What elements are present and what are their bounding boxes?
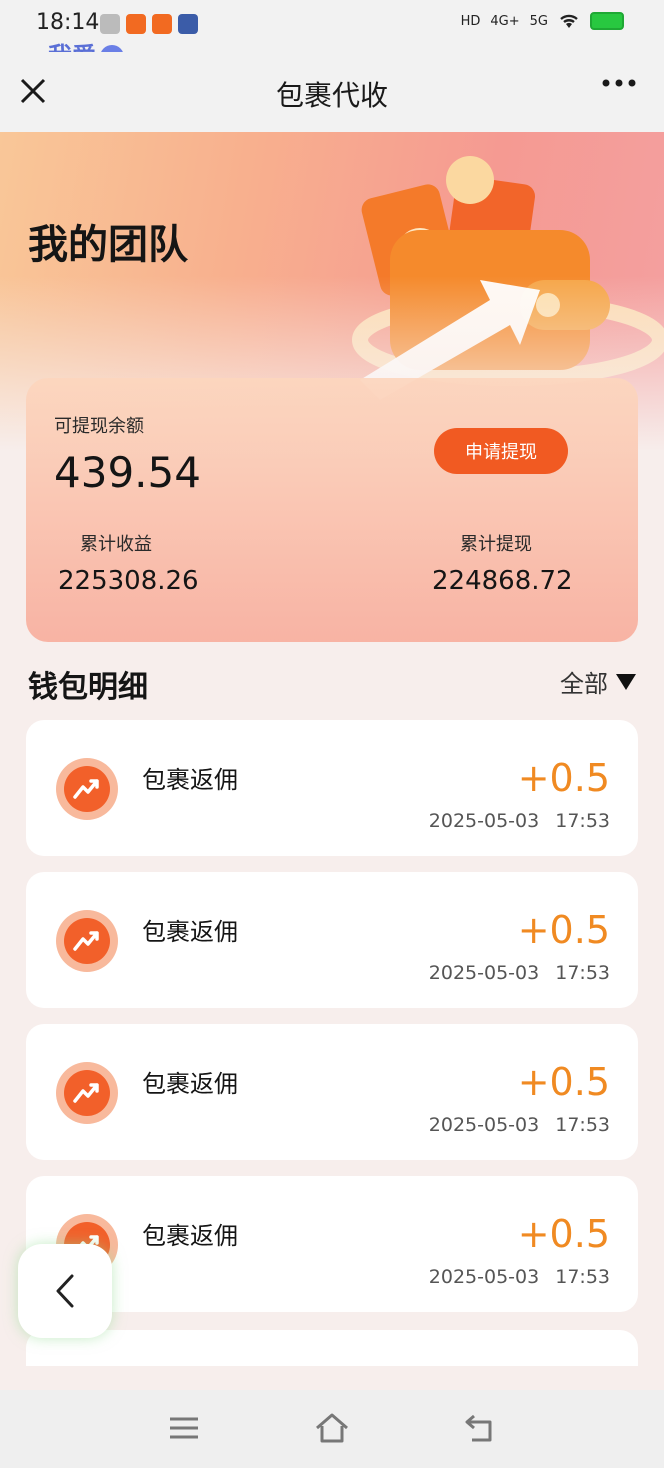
balance-card: 可提现余额 439.54 申请提现 累计收益 225308.26 累计提现 22… <box>26 378 638 642</box>
taobao-icon <box>152 14 172 34</box>
battery-icon <box>590 12 624 30</box>
wallet-detail-title: 钱包明细 <box>28 670 148 705</box>
status-right: HD 4G+ 5G <box>461 12 624 30</box>
hd-label: HD <box>460 13 481 29</box>
list-item[interactable]: 包裹返佣 +0.5 2025-05-03 17:53 <box>26 1176 638 1312</box>
item-title: 包裹返佣 <box>142 918 238 946</box>
gallery-icon <box>178 14 198 34</box>
item-date: 2025-05-03 17:53 <box>428 810 610 832</box>
commission-icon <box>56 758 118 820</box>
more-icon[interactable] <box>602 78 636 88</box>
item-title: 包裹返佣 <box>142 766 238 794</box>
item-amount: +0.5 <box>517 1212 610 1256</box>
list-item-partial[interactable] <box>26 1330 638 1366</box>
network-4g-label: 4G+ <box>490 13 520 29</box>
item-amount: +0.5 <box>517 756 610 800</box>
nav-bar: 包裹代收 <box>0 52 664 132</box>
total-withdraw-label: 累计提现 <box>460 534 532 555</box>
list-item[interactable]: 包裹返佣 +0.5 2025-05-03 17:53 <box>26 872 638 1008</box>
status-bar: 18:14 HD 4G+ 5G 我爱 <box>0 0 664 70</box>
status-time: 18:14 <box>36 10 100 35</box>
status-app-icons <box>100 14 198 34</box>
floating-back-button[interactable] <box>18 1244 112 1338</box>
page-title: 包裹代收 <box>275 79 388 112</box>
list-item[interactable]: 包裹返佣 +0.5 2025-05-03 17:53 <box>26 720 638 856</box>
wifi-icon <box>560 14 578 28</box>
item-amount: +0.5 <box>517 908 610 952</box>
filter-dropdown[interactable]: 全部 <box>560 664 636 699</box>
withdraw-button[interactable]: 申请提现 <box>434 428 568 474</box>
item-amount: +0.5 <box>517 1060 610 1104</box>
total-withdraw-value: 224868.72 <box>432 566 573 596</box>
balance-label: 可提现余额 <box>54 416 144 437</box>
app-icon <box>126 14 146 34</box>
commission-icon <box>56 910 118 972</box>
list-item[interactable]: 包裹返佣 +0.5 2025-05-03 17:53 <box>26 1024 638 1160</box>
filter-label: 全部 <box>560 670 608 698</box>
balance-value: 439.54 <box>54 448 201 497</box>
hero-title: 我的团队 <box>28 222 188 268</box>
home-icon[interactable] <box>314 1410 350 1446</box>
system-nav-bar <box>0 1390 664 1468</box>
item-title: 包裹返佣 <box>142 1070 238 1098</box>
total-income-value: 225308.26 <box>58 566 199 596</box>
total-income-label: 累计收益 <box>80 534 152 555</box>
caret-down-icon <box>616 673 636 690</box>
wechat-icon <box>100 14 120 34</box>
item-date: 2025-05-03 17:53 <box>428 1114 610 1136</box>
commission-icon <box>56 1062 118 1124</box>
item-date: 2025-05-03 17:53 <box>428 1266 610 1288</box>
menu-icon[interactable] <box>166 1410 202 1446</box>
network-5g-label: 5G <box>529 13 548 29</box>
back-icon[interactable] <box>462 1410 498 1446</box>
item-title: 包裹返佣 <box>142 1222 238 1250</box>
item-date: 2025-05-03 17:53 <box>428 962 610 984</box>
chevron-left-icon <box>56 1274 74 1308</box>
